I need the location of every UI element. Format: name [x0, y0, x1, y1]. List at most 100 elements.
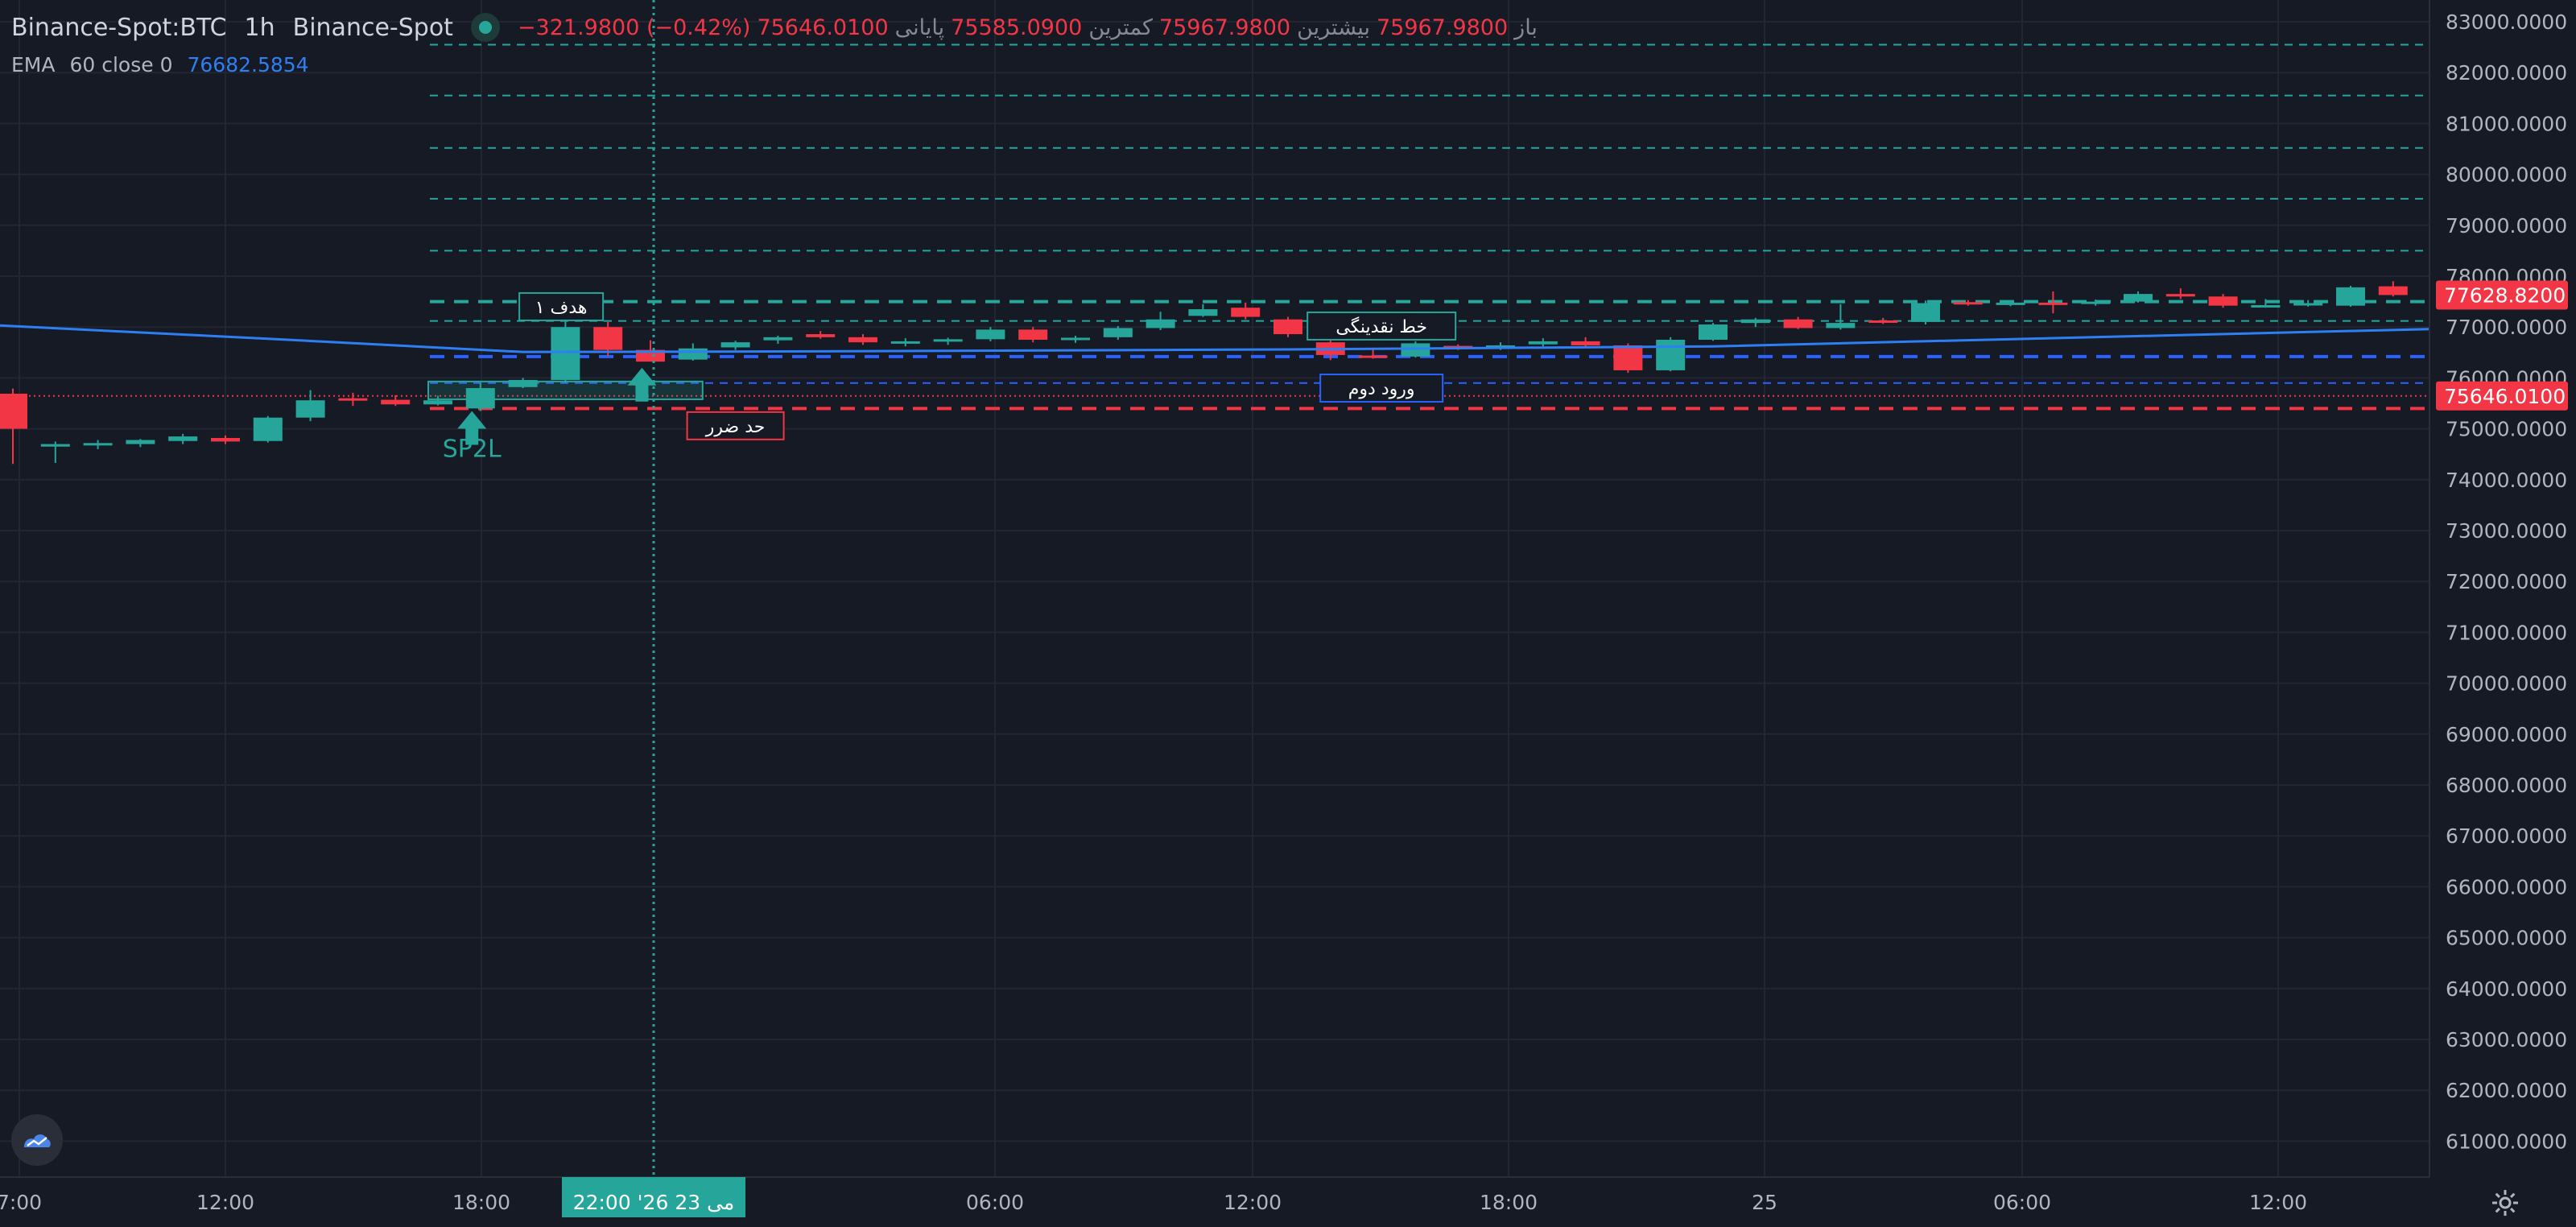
tradingview-logo-icon[interactable] [11, 1114, 63, 1166]
candle-body [508, 379, 538, 387]
candle-body [933, 339, 963, 342]
candle-body [1613, 345, 1643, 370]
time-axis[interactable]: 7:00 12:00 18:00 06:00 12:00 18:00 25 06:00 12:0… [0, 1176, 2576, 1224]
price-tick-label: 79000.0000 [2446, 214, 2567, 238]
candle-body [40, 444, 70, 447]
time-tick-label: 18:00 [452, 1191, 510, 1214]
price-tag-label: 75646.0100 [2444, 385, 2566, 408]
time-tick-label: 12:00 [196, 1191, 254, 1214]
price-tick-label: 71000.0000 [2446, 621, 2567, 644]
change-value: −321.9800 (−0.42%) [517, 14, 751, 40]
time-tick-label: 7:00 [0, 1191, 42, 1214]
ema-polyline [0, 324, 2430, 353]
price-tick-label: 83000.0000 [2446, 10, 2567, 34]
candle-body [976, 329, 1005, 340]
candle-body [0, 393, 27, 429]
settings-gear-icon[interactable] [2489, 1187, 2521, 1219]
price-tick-label: 74000.0000 [2446, 469, 2567, 492]
time-tick-label: 12:00 [1224, 1191, 1282, 1214]
candle-body [253, 417, 283, 441]
market-status-icon[interactable] [470, 13, 500, 42]
candle-body [1911, 303, 1940, 322]
candle-body [593, 327, 623, 350]
chart-root[interactable]: هدف ۱ خط نقدینگی ورود دوم حد ضرر SP2L 83000.… [0, 0, 2576, 1224]
signal-label: SP2L [443, 435, 502, 463]
candle-body [465, 388, 495, 409]
grid [0, 0, 2429, 1177]
candle-body [763, 337, 793, 341]
candle-body [1188, 309, 1218, 316]
candle-body [720, 342, 750, 348]
candle-body [2165, 294, 2195, 297]
crosshair-time-label: 22:00 '26 می 23 [573, 1191, 735, 1214]
candle-body [2293, 303, 2323, 306]
candle-body [1061, 337, 1090, 341]
candle-body [551, 327, 580, 380]
candles [0, 281, 2408, 465]
price-tick-label: 75000.0000 [2446, 418, 2567, 441]
candle-body [1826, 323, 1856, 328]
price-tick-label: 64000.0000 [2446, 977, 2567, 1001]
price-tick-label: 66000.0000 [2446, 875, 2567, 899]
candle-body [1571, 341, 1600, 345]
price-axis[interactable]: 83000.0000 82000.0000 81000.0000 80000.0000… [2429, 0, 2576, 1224]
price-tick-label: 68000.0000 [2446, 774, 2567, 797]
price-tag-label: 77628.8200 [2444, 283, 2566, 307]
price-tick-label: 82000.0000 [2446, 61, 2567, 85]
candle-body [1953, 302, 1983, 305]
price-tick-label: 69000.0000 [2446, 723, 2567, 746]
candle-body [2124, 294, 2153, 302]
close-value: 75646.0100 [757, 14, 889, 40]
candle-body [338, 398, 368, 401]
legend-header: Binance-Spot:BTC 1h Binance-Spot باز 759… [11, 11, 1538, 43]
candle-body [1358, 355, 1388, 358]
indicator-params: 60 close 0 [69, 52, 173, 76]
candle-body [1783, 319, 1813, 328]
ohlc-values: باز 75967.9800 بیشترین 75967.9800 کمترین… [518, 15, 1538, 40]
price-tick-label: 62000.0000 [2446, 1079, 2567, 1102]
time-tick-label: 12:00 [2249, 1191, 2307, 1214]
candle-body [1274, 319, 1302, 335]
price-tick-label: 65000.0000 [2446, 927, 2567, 950]
price-tick-label: 61000.0000 [2446, 1130, 2567, 1153]
candle-body [83, 443, 113, 446]
price-tick-label: 81000.0000 [2446, 112, 2567, 135]
low-value: 75585.0900 [951, 14, 1083, 40]
horizontal-levels [0, 43, 2429, 411]
candle-body [381, 399, 411, 405]
close-label: پایانی [894, 14, 945, 40]
open-label: باز [1514, 14, 1538, 40]
candle-body [1656, 340, 1686, 370]
time-tick-label: 25 [1752, 1191, 1777, 1214]
low-label: کمترین [1088, 14, 1153, 40]
candle-body [2081, 301, 2111, 304]
candle-body [423, 400, 452, 405]
high-label: بیشترین [1297, 14, 1370, 40]
candle-body [1528, 341, 1558, 345]
annotation-label: ورود دوم [1348, 379, 1415, 399]
time-tick-label: 06:00 [966, 1191, 1024, 1214]
candle-body [2336, 287, 2365, 306]
indicator-legend[interactable]: EMA 60 close 0 76682.5854 [11, 50, 309, 79]
annotation-label: خط نقدینگی [1335, 316, 1427, 337]
price-tick-label: 67000.0000 [2446, 824, 2567, 848]
candle-body [890, 341, 920, 344]
candle-body [1868, 320, 1898, 323]
symbol-name[interactable]: Binance-Spot:BTC [11, 14, 227, 42]
annotation-label: حد ضرر [705, 417, 766, 437]
price-tick-label: 63000.0000 [2446, 1028, 2567, 1051]
candle-body [295, 400, 325, 418]
candle-body [126, 440, 155, 444]
candle-body [1996, 302, 2025, 305]
candle-body [168, 436, 198, 441]
candle-body [678, 348, 708, 360]
price-chart[interactable]: هدف ۱ خط نقدینگی ورود دوم حد ضرر SP2L 83000.… [0, 0, 2576, 1224]
annotation-label: هدف ۱ [535, 298, 588, 318]
candle-body [1018, 329, 1048, 340]
time-axis-bg [0, 1177, 2576, 1224]
candle-body [1231, 308, 1261, 317]
interval[interactable]: 1h [245, 14, 275, 42]
candle-body [211, 437, 240, 442]
candle-body [1103, 328, 1133, 337]
candle-body [1740, 319, 1770, 324]
